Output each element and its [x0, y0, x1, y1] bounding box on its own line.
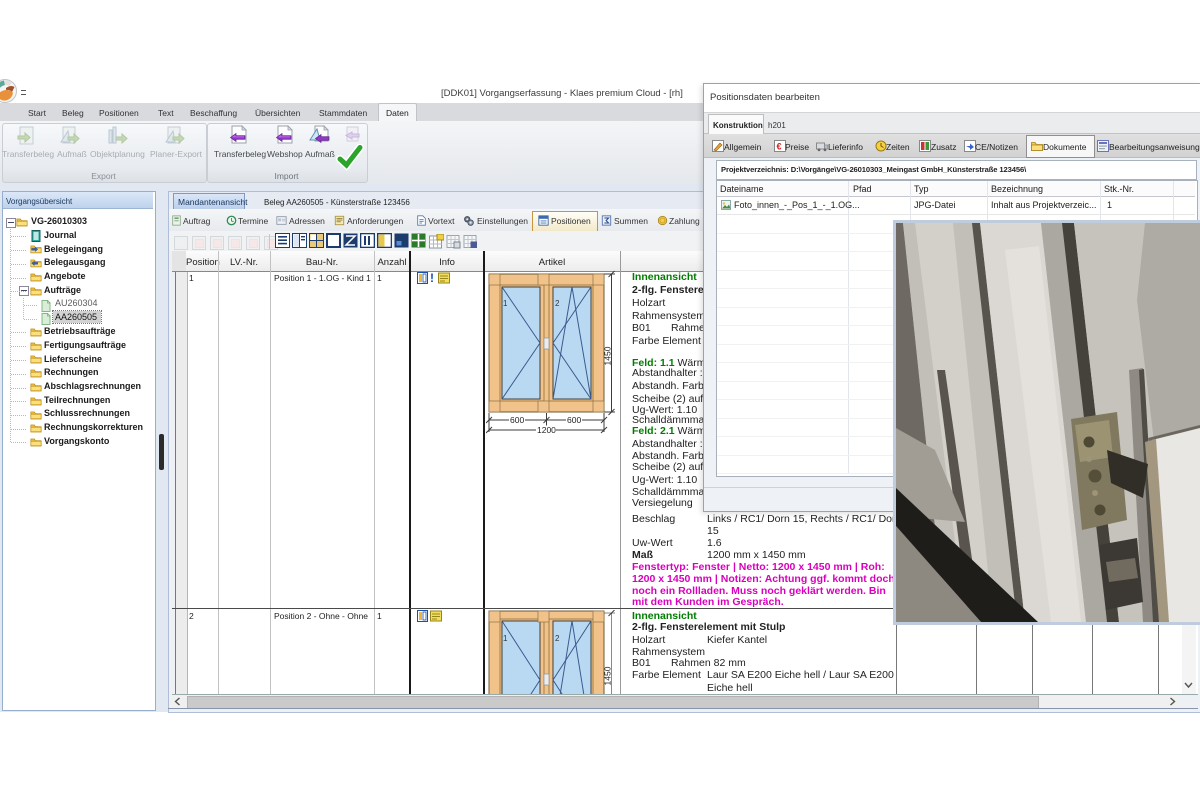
svg-text:2: 2 — [555, 299, 560, 308]
svg-text:1200: 1200 — [537, 425, 556, 435]
svg-text:2: 2 — [555, 634, 560, 643]
svg-text:600: 600 — [510, 415, 524, 425]
svg-text:1: 1 — [503, 299, 508, 308]
svg-text:1450: 1450 — [603, 346, 613, 365]
svg-text:€: € — [777, 142, 782, 152]
svg-text:1: 1 — [503, 634, 508, 643]
svg-text:600: 600 — [567, 415, 581, 425]
svg-text:1450: 1450 — [603, 666, 613, 685]
